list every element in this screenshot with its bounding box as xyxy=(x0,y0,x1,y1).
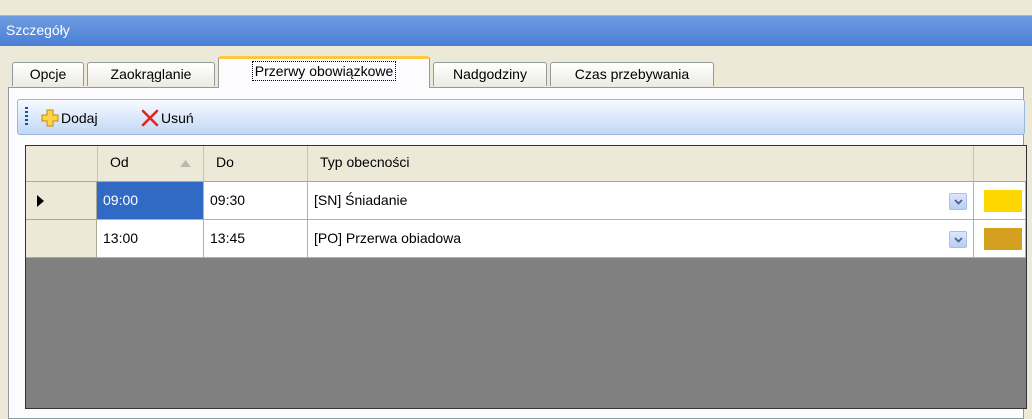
panel-title-bar: Szczegóły xyxy=(0,15,1032,46)
tab-opcje[interactable]: Opcje xyxy=(12,62,84,86)
color-swatch xyxy=(984,190,1022,212)
table-row[interactable]: 13:00 13:45 [PO] Przerwa obiadowa xyxy=(26,220,1026,258)
grid-header: Od Do Typ obecności xyxy=(26,146,1026,182)
dropdown-button[interactable] xyxy=(949,231,967,248)
column-header-do[interactable]: Do xyxy=(204,146,308,181)
row-header[interactable] xyxy=(26,182,97,220)
tab-strip: Opcje Zaokrąglanie Przerwy obowiązkowe N… xyxy=(8,54,1024,88)
column-header-typ-obecnosci[interactable]: Typ obecności xyxy=(308,146,974,181)
cell-do[interactable]: 13:45 xyxy=(204,220,308,258)
column-header-color[interactable] xyxy=(974,146,1026,181)
tab-label: Przerwy obowiązkowe xyxy=(251,61,397,81)
panel-titlebar: Szczegóły xyxy=(0,0,1032,48)
cell-od[interactable]: 13:00 xyxy=(97,220,204,258)
dropdown-button[interactable] xyxy=(949,193,967,210)
chevron-down-icon xyxy=(954,237,963,243)
tab-zaokraglanie[interactable]: Zaokrąglanie xyxy=(87,62,215,86)
row-header-column xyxy=(26,146,98,181)
delete-x-icon xyxy=(141,109,159,127)
add-button[interactable]: Dodaj xyxy=(41,107,115,129)
table-row[interactable]: 09:00 09:30 [SN] Śniadanie xyxy=(26,182,1026,220)
column-header-od[interactable]: Od xyxy=(98,146,204,181)
cell-typ-obecnosci[interactable]: [PO] Przerwa obiadowa xyxy=(308,220,974,258)
cell-color[interactable] xyxy=(974,182,1026,220)
chevron-down-icon xyxy=(954,199,963,205)
color-swatch xyxy=(984,228,1022,250)
row-header[interactable] xyxy=(26,220,97,258)
cell-typ-obecnosci[interactable]: [SN] Śniadanie xyxy=(308,182,974,220)
plus-icon xyxy=(41,109,59,127)
delete-button-label: Usuń xyxy=(161,110,194,126)
cell-typ-text: [SN] Śniadanie xyxy=(314,192,408,208)
current-row-arrow-icon xyxy=(37,195,44,207)
tab-czas-przebywania[interactable]: Czas przebywania xyxy=(550,62,714,86)
sort-ascending-icon xyxy=(180,160,191,167)
tab-label: Zaokrąglanie xyxy=(110,66,192,82)
tab-label: Nadgodziny xyxy=(453,66,527,82)
toolbar-grip[interactable] xyxy=(25,107,28,127)
panel-title: Szczegóły xyxy=(6,22,70,38)
toolbar: Dodaj Usuń xyxy=(17,99,1025,135)
tab-label: Opcje xyxy=(29,66,67,82)
add-button-label: Dodaj xyxy=(61,110,98,126)
cell-do[interactable]: 09:30 xyxy=(204,182,308,220)
column-header-label: Od xyxy=(110,154,129,170)
column-header-label: Typ obecności xyxy=(320,154,410,170)
cell-od[interactable]: 09:00 xyxy=(97,182,204,220)
delete-button[interactable]: Usuń xyxy=(141,107,211,129)
tab-label: Czas przebywania xyxy=(574,66,690,82)
breaks-grid: Od Do Typ obecności 09:00 09:30 [SN] Śni… xyxy=(25,145,1027,409)
column-header-label: Do xyxy=(216,154,234,170)
tab-przerwy-obowiazkowe[interactable]: Przerwy obowiązkowe xyxy=(218,56,430,88)
cell-typ-text: [PO] Przerwa obiadowa xyxy=(314,230,462,246)
cell-color[interactable] xyxy=(974,220,1026,258)
tab-nadgodziny[interactable]: Nadgodziny xyxy=(433,62,547,86)
